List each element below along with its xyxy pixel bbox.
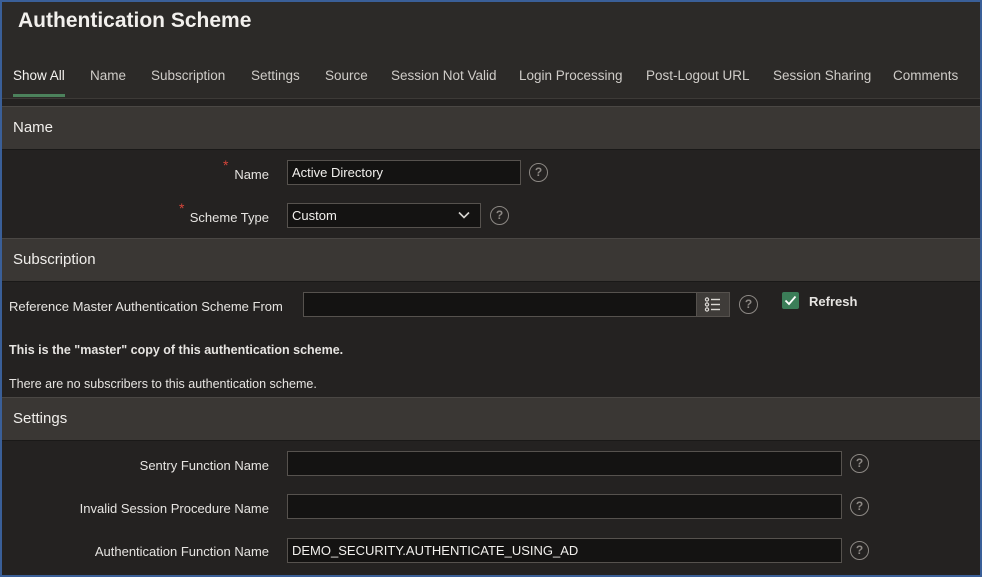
question-circle-icon[interactable]: ? — [490, 206, 509, 225]
tab-session-sharing[interactable]: Session Sharing — [773, 68, 871, 83]
refresh-checkbox[interactable] — [782, 292, 799, 309]
scheme-type-value: Custom — [292, 208, 337, 223]
name-input[interactable] — [287, 160, 521, 185]
refresh-label: Refresh — [809, 294, 858, 309]
tab-name[interactable]: Name — [90, 68, 126, 83]
page-title: Authentication Scheme — [18, 9, 252, 32]
tab-subscription[interactable]: Subscription — [151, 68, 225, 83]
question-circle-icon[interactable]: ? — [529, 163, 548, 182]
authentication-function-input[interactable] — [287, 538, 842, 563]
list-of-values-button[interactable] — [696, 292, 730, 317]
scheme-type-select[interactable]: Custom — [287, 203, 481, 228]
scheme-type-label: Scheme Type — [189, 210, 269, 225]
reference-master-label: Reference Master Authentication Scheme F… — [9, 299, 283, 314]
section-header-settings: Settings — [2, 397, 980, 441]
tab-post-logout-url[interactable]: Post-Logout URL — [646, 68, 750, 83]
required-marker: * — [179, 200, 185, 216]
tab-comments[interactable]: Comments — [893, 68, 958, 83]
question-circle-icon[interactable]: ? — [850, 454, 869, 473]
page-header: Authentication Scheme Show All Name Subs… — [2, 2, 980, 99]
section-header-name: Name — [2, 106, 980, 150]
question-circle-icon[interactable]: ? — [850, 497, 869, 516]
required-marker: * — [223, 157, 229, 173]
tab-settings[interactable]: Settings — [251, 68, 300, 83]
tab-show-all[interactable]: Show All — [13, 68, 65, 97]
tab-source[interactable]: Source — [325, 68, 368, 83]
list-icon — [704, 297, 720, 312]
chevron-down-icon — [458, 211, 470, 219]
section-title: Settings — [13, 410, 68, 427]
section-title: Name — [13, 119, 54, 136]
section-title: Subscription — [13, 251, 96, 268]
sentry-function-label: Sentry Function Name — [139, 458, 269, 473]
question-circle-icon[interactable]: ? — [739, 295, 758, 314]
section-header-subscription: Subscription — [2, 238, 980, 282]
name-label: Name — [234, 167, 269, 182]
tab-session-not-valid[interactable]: Session Not Valid — [391, 68, 497, 83]
master-copy-note: This is the "master" copy of this authen… — [9, 343, 344, 357]
tab-login-processing[interactable]: Login Processing — [519, 68, 623, 83]
tab-bar: Show All Name Subscription Settings Sour… — [2, 68, 980, 99]
sentry-function-input[interactable] — [287, 451, 842, 476]
invalid-session-procedure-input[interactable] — [287, 494, 842, 519]
subscribers-note: There are no subscribers to this authent… — [9, 377, 317, 391]
checkmark-icon — [784, 295, 797, 306]
reference-master-input[interactable] — [303, 292, 697, 317]
question-circle-icon[interactable]: ? — [850, 541, 869, 560]
invalid-session-procedure-label: Invalid Session Procedure Name — [79, 501, 269, 516]
authentication-scheme-window: Authentication Scheme Show All Name Subs… — [0, 0, 982, 577]
authentication-function-label: Authentication Function Name — [94, 544, 269, 559]
